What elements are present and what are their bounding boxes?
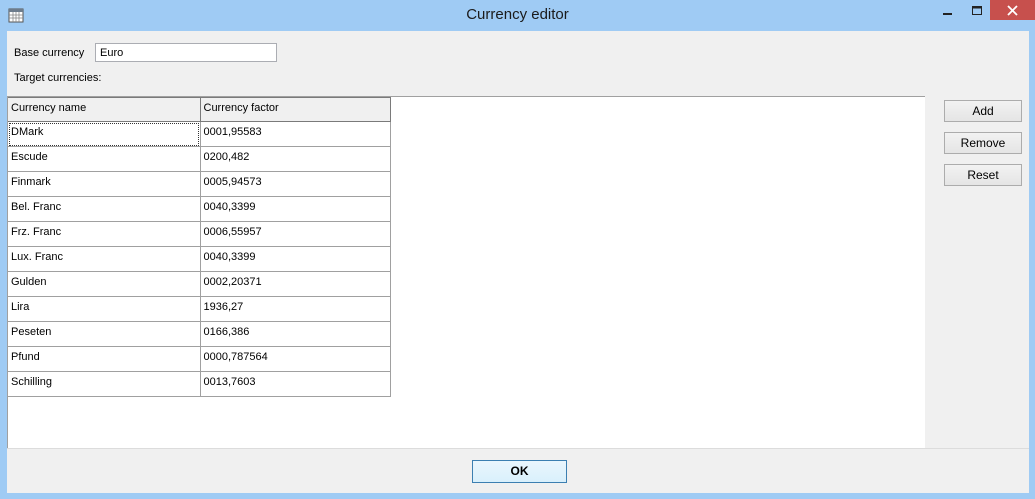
base-currency-input[interactable] xyxy=(95,43,277,62)
table-row[interactable]: DMark 0001,95583 xyxy=(8,121,391,147)
maximize-icon xyxy=(971,5,982,15)
cell-currency-name[interactable]: Lira xyxy=(8,296,201,322)
minimize-button[interactable] xyxy=(933,0,963,21)
title-bar[interactable]: Currency editor xyxy=(0,0,1035,31)
ok-button[interactable]: OK xyxy=(472,460,567,483)
column-header-currency-factor[interactable]: Currency factor xyxy=(200,97,391,122)
window-title: Currency editor xyxy=(466,6,569,23)
cell-currency-name[interactable]: Finmark xyxy=(8,171,201,197)
table-row[interactable]: Peseten 0166,386 xyxy=(8,321,391,347)
table-row[interactable]: Frz. Franc 0006,55957 xyxy=(8,221,391,247)
cell-currency-factor[interactable]: 0200,482 xyxy=(200,146,391,172)
currency-table: Currency name Currency factor DMark 0001,… xyxy=(8,97,391,397)
dialog-footer: OK xyxy=(7,448,1029,493)
cell-currency-factor[interactable]: 1936,27 xyxy=(200,296,391,322)
maximize-button[interactable] xyxy=(963,0,990,21)
cell-currency-factor[interactable]: 0002,20371 xyxy=(200,271,391,297)
close-button[interactable] xyxy=(990,0,1035,20)
target-currencies-label: Target currencies: xyxy=(14,72,102,84)
cell-currency-name[interactable]: Peseten xyxy=(8,321,201,347)
cell-currency-name[interactable]: Lux. Franc xyxy=(8,246,201,272)
cell-currency-factor[interactable]: 0000,787564 xyxy=(200,346,391,372)
table-row[interactable]: Schilling 0013,7603 xyxy=(8,371,391,397)
cell-currency-factor[interactable]: 0166,386 xyxy=(200,321,391,347)
table-row[interactable]: Gulden 0002,20371 xyxy=(8,271,391,297)
reset-button[interactable]: Reset xyxy=(944,164,1022,186)
cell-currency-factor[interactable]: 0001,95583 xyxy=(200,121,391,147)
close-icon xyxy=(1007,4,1018,16)
cell-currency-name[interactable]: Gulden xyxy=(8,271,201,297)
cell-currency-name[interactable]: Frz. Franc xyxy=(8,221,201,247)
add-button[interactable]: Add xyxy=(944,100,1022,122)
table-row[interactable]: Escude 0200,482 xyxy=(8,146,391,172)
minimize-icon xyxy=(943,12,952,15)
cell-currency-name[interactable]: Schilling xyxy=(8,371,201,397)
table-row[interactable]: Lira 1936,27 xyxy=(8,296,391,322)
cell-currency-factor[interactable]: 0040,3399 xyxy=(200,246,391,272)
cell-currency-name[interactable]: Bel. Franc xyxy=(8,196,201,222)
cell-currency-factor[interactable]: 0040,3399 xyxy=(200,196,391,222)
currency-grid[interactable]: Currency name Currency factor DMark 0001,… xyxy=(7,96,925,449)
cell-currency-name[interactable]: Pfund xyxy=(8,346,201,372)
cell-currency-name[interactable]: DMark xyxy=(8,121,201,147)
table-row[interactable]: Lux. Franc 0040,3399 xyxy=(8,246,391,272)
cell-currency-name[interactable]: Escude xyxy=(8,146,201,172)
client-area: Base currency Target currencies: Currenc… xyxy=(7,31,1029,493)
base-currency-label: Base currency xyxy=(14,47,85,59)
table-row[interactable]: Pfund 0000,787564 xyxy=(8,346,391,372)
currency-editor-window: Currency editor Base currency Target cur… xyxy=(0,0,1035,499)
cell-currency-factor[interactable]: 0006,55957 xyxy=(200,221,391,247)
cell-currency-factor[interactable]: 0005,94573 xyxy=(200,171,391,197)
table-row[interactable]: Finmark 0005,94573 xyxy=(8,171,391,197)
grid-header-row: Currency name Currency factor xyxy=(8,97,391,122)
remove-button[interactable]: Remove xyxy=(944,132,1022,154)
table-row[interactable]: Bel. Franc 0040,3399 xyxy=(8,196,391,222)
column-header-currency-name[interactable]: Currency name xyxy=(8,97,201,122)
cell-currency-factor[interactable]: 0013,7603 xyxy=(200,371,391,397)
